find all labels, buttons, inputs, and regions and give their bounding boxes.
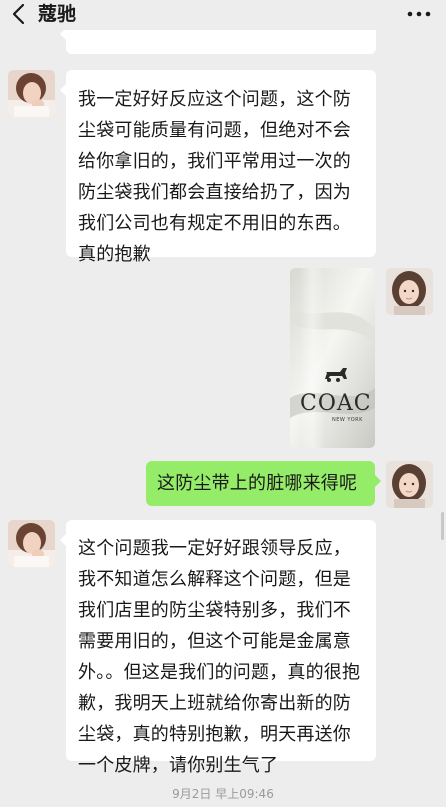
photo-message[interactable]: COAC NEW YORK [290, 268, 375, 448]
chat-title: 蔻驰 [38, 3, 77, 25]
my-avatar-image [386, 461, 433, 508]
chat-area: 我一定好好反应这个问题，这个防尘袋可能质量有问题，但绝对不会给你拿旧的，我们平常… [0, 0, 446, 807]
my-avatar[interactable] [386, 461, 433, 508]
photo-brand-subtext: NEW YORK [332, 417, 363, 423]
chat-header: 蔻驰 [0, 0, 446, 30]
message-bubble-1[interactable]: 我一定好好反应这个问题，这个防尘袋可能质量有问题，但绝对不会给你拿旧的，我们平常… [60, 70, 376, 265]
photo-image: COAC NEW YORK [290, 268, 375, 448]
message-timestamp: 9月2日 早上09:46 [172, 787, 274, 801]
contact-avatar[interactable] [8, 520, 55, 567]
photo-brand-text: COAC [300, 391, 372, 416]
scrollbar[interactable] [441, 512, 444, 540]
more-button[interactable] [406, 6, 432, 22]
more-dots-icon [407, 11, 431, 17]
message-bubble-3[interactable]: 这防尘带上的脏哪来得呢 [146, 461, 381, 506]
message-text-3: 这防尘带上的脏哪来得呢 [157, 473, 358, 494]
my-avatar-image [386, 268, 433, 315]
message-text-4: 这个问题我一定好好跟领导反应，我不知道怎么解释这个问题，但是我们店里的防尘袋特别… [78, 538, 361, 776]
chevron-left-icon [12, 3, 25, 25]
my-avatar[interactable] [386, 268, 433, 315]
contact-avatar[interactable] [8, 70, 55, 117]
message-text-1: 我一定好好反应这个问题，这个防尘袋可能质量有问题，但绝对不会给你拿旧的，我们平常… [78, 89, 351, 265]
message-bubble-4[interactable]: 这个问题我一定好好跟领导反应，我不知道怎么解释这个问题，但是我们店里的防尘袋特别… [60, 520, 376, 776]
back-button[interactable] [8, 2, 32, 26]
contact-avatar-image [8, 520, 55, 567]
contact-avatar-image [8, 70, 55, 117]
